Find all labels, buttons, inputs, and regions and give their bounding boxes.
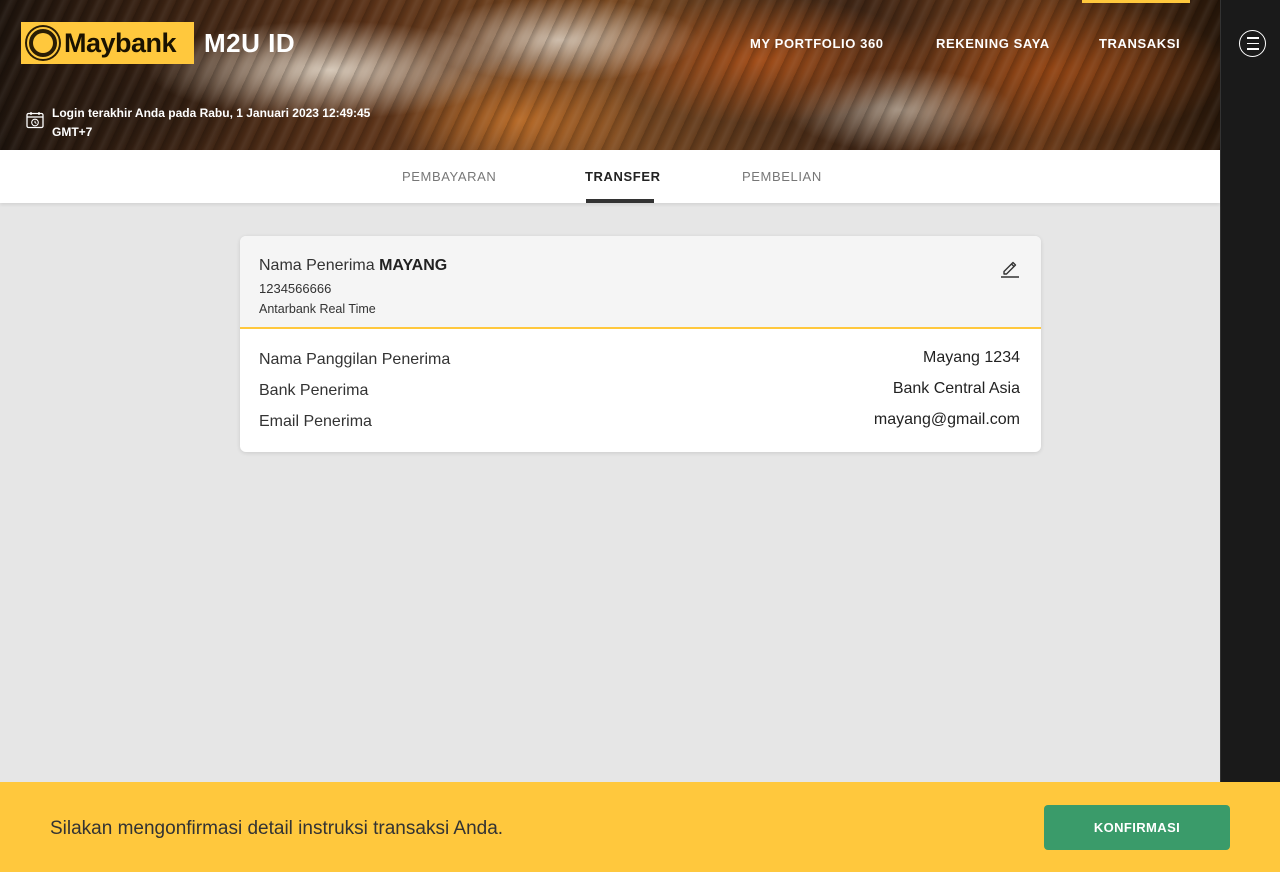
row-value: Bank Central Asia [892, 380, 1020, 397]
app-name: M2U ID [204, 28, 296, 58]
nav-rekening-saya[interactable]: REKENING SAYA [936, 36, 1050, 51]
last-login-text: Login terakhir Anda pada Rabu, 1 Januari… [52, 106, 371, 139]
nav-active-indicator [1082, 0, 1190, 3]
right-side-rail [1220, 0, 1280, 782]
tab-pembayaran[interactable]: PEMBAYARAN [402, 169, 496, 184]
detail-row: Email Penerima mayang@gmail.com [259, 411, 1020, 437]
detail-row: Nama Panggilan Penerima Mayang 1234 [259, 349, 1020, 375]
transfer-detail-card: Nama Penerima MAYANG 1234566666 Antarban… [240, 236, 1041, 452]
maybank-logo-icon [27, 27, 59, 59]
row-value: mayang@gmail.com [873, 411, 1020, 428]
nav-transaksi[interactable]: TRANSAKSI [1099, 36, 1180, 51]
recipient-line: Nama Penerima MAYANG [259, 257, 447, 275]
recipient-name: MAYANG [379, 257, 448, 274]
edit-pencil-icon[interactable] [999, 256, 1021, 278]
tab-transfer[interactable]: TRANSFER [585, 169, 661, 184]
tab-active-underline [586, 199, 654, 203]
row-label: Nama Panggilan Penerima [259, 351, 451, 368]
confirmation-footer: Silakan mengonfirmasi detail instruksi t… [0, 782, 1280, 872]
tab-pembelian[interactable]: PEMBELIAN [742, 169, 822, 184]
maybank-logo[interactable]: Maybank [21, 22, 194, 64]
calendar-clock-icon [26, 112, 44, 129]
transaction-tabbar: PEMBAYARAN TRANSFER PEMBELIAN [0, 150, 1220, 203]
detail-row: Bank Penerima Bank Central Asia [259, 380, 1020, 406]
last-login-info: Login terakhir Anda pada Rabu, 1 Januari… [26, 104, 382, 142]
hamburger-menu-icon[interactable] [1239, 30, 1266, 57]
account-number: 1234566666 [259, 281, 332, 296]
row-label: Bank Penerima [259, 382, 369, 399]
recipient-summary: Nama Penerima MAYANG 1234566666 Antarban… [240, 236, 1041, 329]
footer-message: Silakan mengonfirmasi detail instruksi t… [50, 818, 504, 839]
nav-my-portfolio-360[interactable]: MY PORTFOLIO 360 [750, 36, 884, 51]
confirm-button[interactable]: KONFIRMASI [1044, 805, 1230, 850]
recipient-label: Nama Penerima [259, 257, 375, 274]
logo-text: Maybank [64, 27, 177, 58]
row-value: Mayang 1234 [923, 349, 1020, 366]
header-banner: Maybank M2U ID MY PORTFOLIO 360 REKENING… [0, 0, 1225, 150]
transfer-type: Antarbank Real Time [259, 302, 376, 316]
row-label: Email Penerima [259, 413, 372, 430]
